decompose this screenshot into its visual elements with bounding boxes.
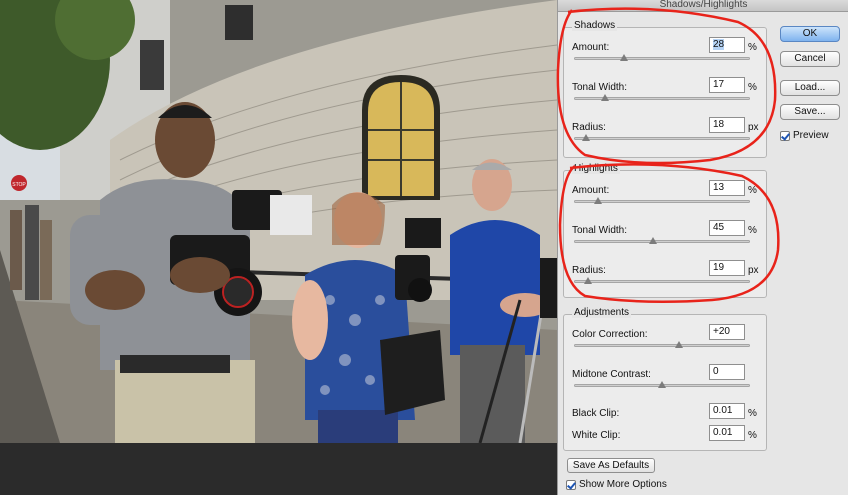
highlights-tonal-width-slider-thumb[interactable]: [649, 237, 658, 244]
highlights-radius-slider-track[interactable]: [574, 280, 750, 283]
black-clip-field[interactable]: 0.01: [709, 403, 745, 419]
show-more-options-checkbox[interactable]: Show More Options: [566, 479, 667, 490]
show-more-options-check-icon: [566, 479, 576, 490]
preview-label: Preview: [793, 130, 829, 141]
shadows-amount-row: Amount: 28 %: [572, 37, 762, 82]
photo-illustration: STOP: [0, 0, 557, 443]
black-clip-unit: %: [748, 408, 757, 419]
adjustments-group: Adjustments Color Correction: +20 Midton…: [563, 307, 767, 451]
highlights-tonal-width-label: Tonal Width:: [572, 225, 628, 236]
color-correction-label: Color Correction:: [572, 329, 648, 340]
preview-checkbox[interactable]: Preview: [780, 130, 829, 141]
color-correction-slider-track[interactable]: [574, 344, 750, 347]
highlights-tonal-width-slider-track[interactable]: [574, 240, 750, 243]
highlights-amount-slider-thumb[interactable]: [594, 197, 603, 204]
highlights-tonal-width-field[interactable]: 45: [709, 220, 745, 236]
midtone-contrast-field[interactable]: 0: [709, 364, 745, 380]
highlights-amount-label: Amount:: [572, 185, 610, 196]
photo-preview: STOP: [0, 0, 557, 443]
shadows-amount-slider-thumb[interactable]: [620, 54, 629, 61]
dialog-title: Shadows/Highlights: [558, 0, 848, 12]
midtone-contrast-label: Midtone Contrast:: [572, 369, 651, 380]
shadows-amount-field[interactable]: 28: [709, 37, 745, 53]
adjustments-group-title: Adjustments: [572, 307, 632, 318]
shadows-group: Shadows Amount: 28 % Tonal Width: 17 % R…: [563, 20, 767, 158]
shadows-tonal-width-row: Tonal Width: 17 %: [572, 77, 762, 122]
shadows-radius-field[interactable]: 18: [709, 117, 745, 133]
shadows-tonal-width-unit: %: [748, 82, 757, 93]
stop-sign-text: STOP: [12, 182, 26, 188]
highlights-radius-slider-thumb[interactable]: [584, 277, 593, 284]
shadows-tonal-width-label: Tonal Width:: [572, 82, 628, 93]
shadows-amount-unit: %: [748, 42, 757, 53]
save-button[interactable]: Save...: [780, 104, 840, 120]
shadows-group-title: Shadows: [572, 20, 618, 31]
shadows-tonal-width-field[interactable]: 17: [709, 77, 745, 93]
highlights-group: Highlights Amount: 13 % Tonal Width: 45 …: [563, 163, 767, 298]
load-button[interactable]: Load...: [780, 80, 840, 96]
shadows-radius-row: Radius: 18 px: [572, 117, 762, 162]
color-correction-slider-thumb[interactable]: [675, 341, 684, 348]
highlights-radius-label: Radius:: [572, 265, 606, 276]
shadows-radius-label: Radius:: [572, 122, 606, 133]
white-clip-unit: %: [748, 430, 757, 441]
shadows-highlights-dialog: Shadows/Highlights Shadows Amount: 28 % …: [557, 0, 848, 495]
preview-check-icon: [780, 130, 790, 141]
shadows-radius-unit: px: [748, 122, 759, 133]
shadows-amount-label: Amount:: [572, 42, 610, 53]
highlights-radius-field[interactable]: 19: [709, 260, 745, 276]
highlights-amount-unit: %: [748, 185, 757, 196]
shadows-tonal-width-slider-thumb[interactable]: [601, 94, 610, 101]
color-correction-row: Color Correction: +20: [572, 324, 762, 369]
shadows-radius-slider-track[interactable]: [574, 137, 750, 140]
canvas-background: [0, 443, 557, 495]
color-correction-field[interactable]: +20: [709, 324, 745, 340]
shadows-radius-slider-thumb[interactable]: [582, 134, 591, 141]
midtone-contrast-slider-thumb[interactable]: [658, 381, 666, 388]
highlights-radius-row: Radius: 19 px: [572, 260, 762, 305]
white-clip-field[interactable]: 0.01: [709, 425, 745, 441]
highlights-tonal-width-unit: %: [748, 225, 757, 236]
highlights-group-title: Highlights: [572, 163, 620, 174]
ok-button[interactable]: OK: [780, 26, 840, 42]
black-clip-label: Black Clip:: [572, 408, 620, 419]
white-clip-label: White Clip:: [572, 430, 621, 441]
highlights-tonal-width-row: Tonal Width: 45 %: [572, 220, 762, 265]
highlights-amount-field[interactable]: 13: [709, 180, 745, 196]
highlights-amount-row: Amount: 13 %: [572, 180, 762, 225]
shadows-amount-slider-track[interactable]: [574, 57, 750, 60]
show-more-options-label: Show More Options: [579, 479, 667, 490]
highlights-radius-unit: px: [748, 265, 759, 276]
cancel-button[interactable]: Cancel: [780, 51, 840, 67]
save-as-defaults-button[interactable]: Save As Defaults: [567, 458, 655, 473]
